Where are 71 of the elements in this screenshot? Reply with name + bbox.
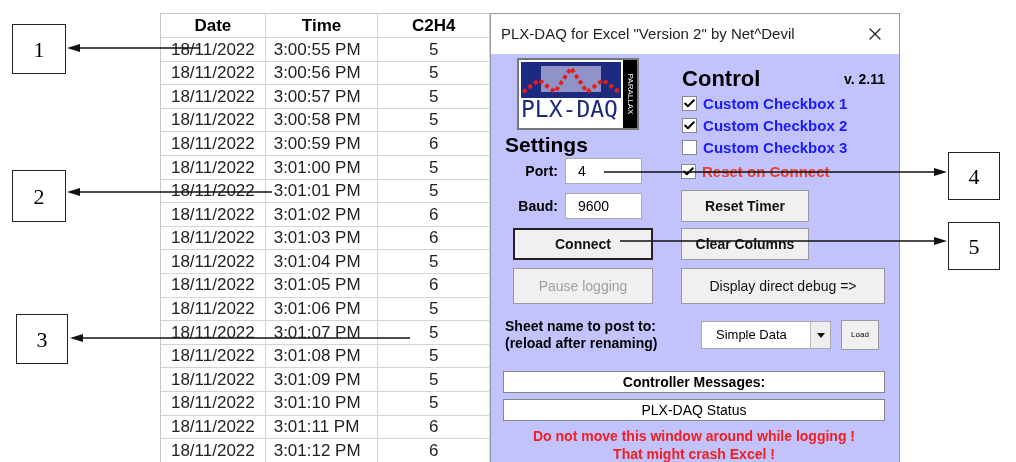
table-cell: 18/11/2022 [161, 132, 266, 156]
table-cell: 18/11/2022 [161, 368, 266, 392]
checkbox[interactable] [682, 139, 698, 155]
table-cell: 18/11/2022 [161, 391, 266, 416]
logo-text: PLX-DAQ [521, 98, 619, 121]
port-label: Port: [524, 161, 559, 181]
load-button[interactable]: Load [841, 320, 879, 350]
window-title: PLX-DAQ for Excel "Version 2" by Net^Devil [501, 23, 795, 44]
reload-note: (reload after renaming) [505, 335, 659, 352]
table-cell: 18/11/2022 [161, 226, 266, 251]
messages-heading: Controller Messages: [503, 371, 885, 393]
table-cell: 18/11/2022 [161, 415, 266, 440]
warning-text: That might crash Excel ! [613, 445, 775, 462]
table-cell: 18/11/2022 [161, 439, 266, 462]
warning-text: Do not move this window around while logging ! [533, 427, 855, 445]
table-cell: 3:01:01 PM [265, 179, 379, 204]
table-cell: 18/11/2022 [161, 203, 266, 227]
checkbox[interactable] [682, 117, 698, 133]
table-cell: 18/11/2022 [161, 85, 266, 109]
table-cell: 3:01:05 PM [265, 273, 379, 298]
table-cell: 3:00:58 PM [265, 108, 379, 133]
table-cell: 3:01:07 PM [265, 321, 379, 345]
table-cell: 3:01:12 PM [265, 439, 379, 462]
table-cell: 18/11/2022 [161, 38, 266, 62]
table-cell: 18/11/2022 [161, 155, 266, 180]
table-cell: 18/11/2022 [161, 321, 266, 345]
table-cell: 3:01:11 PM [265, 415, 379, 440]
table-cell: 18/11/2022 [161, 108, 266, 133]
logo-side-text: PARALLAX [625, 73, 636, 115]
callout-label: 1 [12, 24, 66, 74]
button[interactable]: Display direct debug => [681, 268, 885, 304]
baud-label: Baud: [517, 196, 559, 216]
checkbox[interactable] [682, 95, 698, 111]
button[interactable]: Connect [513, 228, 653, 260]
table-cell: 3:00:57 PM [265, 85, 379, 109]
column-header: Date [161, 14, 266, 38]
table-cell: 3:01:04 PM [265, 250, 379, 274]
control-heading: Control [682, 68, 761, 90]
table-cell: 18/11/2022 [161, 344, 266, 369]
table-cell: 18/11/2022 [161, 250, 266, 274]
checkbox-label: Custom Checkbox 1 [703, 95, 848, 111]
table-cell: 18/11/2022 [161, 61, 266, 86]
sheet-name-label: Sheet name to post to: [505, 318, 657, 335]
callout-label: 2 [12, 170, 66, 222]
table-cell: 3:00:56 PM [265, 61, 379, 86]
table-cell: 18/11/2022 [161, 273, 266, 298]
logo-graphic-icon [521, 62, 621, 98]
sheet-dropdown[interactable]: Simple Data [701, 321, 831, 349]
reset-timer-button[interactable]: Reset Timer [681, 190, 809, 222]
table-cell: 3:01:10 PM [265, 391, 379, 416]
callout-label: 4 [948, 152, 1000, 200]
version-label: v. 2.11 [844, 70, 885, 89]
baud-field[interactable]: 9600 [565, 193, 642, 219]
checkbox-label: Custom Checkbox 2 [703, 117, 848, 133]
table-cell: 3:00:55 PM [265, 38, 379, 62]
status-field: PLX-DAQ Status [503, 399, 885, 421]
column-header: Time [265, 14, 379, 38]
table-cell: 3:01:02 PM [265, 203, 379, 227]
checkbox-label: Custom Checkbox 3 [703, 139, 848, 155]
table-cell: 3:01:09 PM [265, 368, 379, 392]
table-cell: 18/11/2022 [161, 297, 266, 322]
table-cell: 3:01:06 PM [265, 297, 379, 322]
table-cell: 3:00:59 PM [265, 132, 379, 156]
table-cell: 3:01:08 PM [265, 344, 379, 369]
callout-label: 3 [16, 314, 68, 364]
caret-icon [816, 332, 825, 338]
settings-heading: Settings [505, 132, 589, 158]
table-cell: 3:01:03 PM [265, 226, 379, 251]
port-field[interactable]: 4 [565, 158, 642, 184]
table-cell: 3:01:00 PM [265, 155, 379, 180]
callout-label: 5 [948, 222, 1000, 270]
